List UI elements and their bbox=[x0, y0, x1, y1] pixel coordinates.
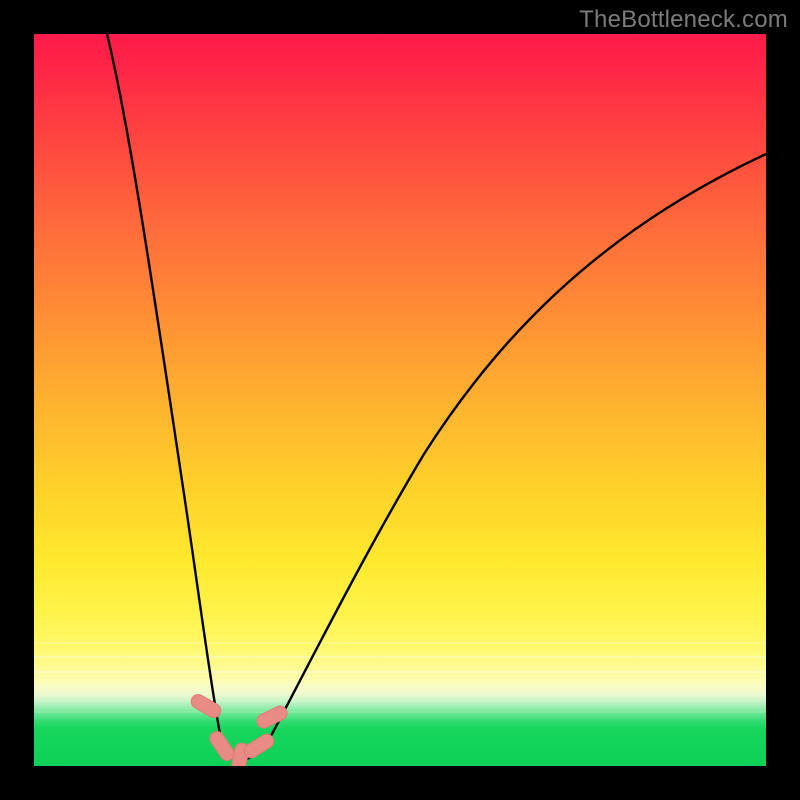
curve-layer bbox=[34, 34, 766, 766]
chart-frame: TheBottleneck.com bbox=[0, 0, 800, 800]
plot-area bbox=[34, 34, 766, 766]
trough-marker bbox=[189, 692, 224, 720]
trough-marker bbox=[255, 704, 290, 731]
watermark-text: TheBottleneck.com bbox=[579, 6, 788, 34]
trough-marker bbox=[242, 732, 277, 761]
bottleneck-curve bbox=[107, 34, 766, 760]
trough-marker bbox=[207, 729, 237, 763]
